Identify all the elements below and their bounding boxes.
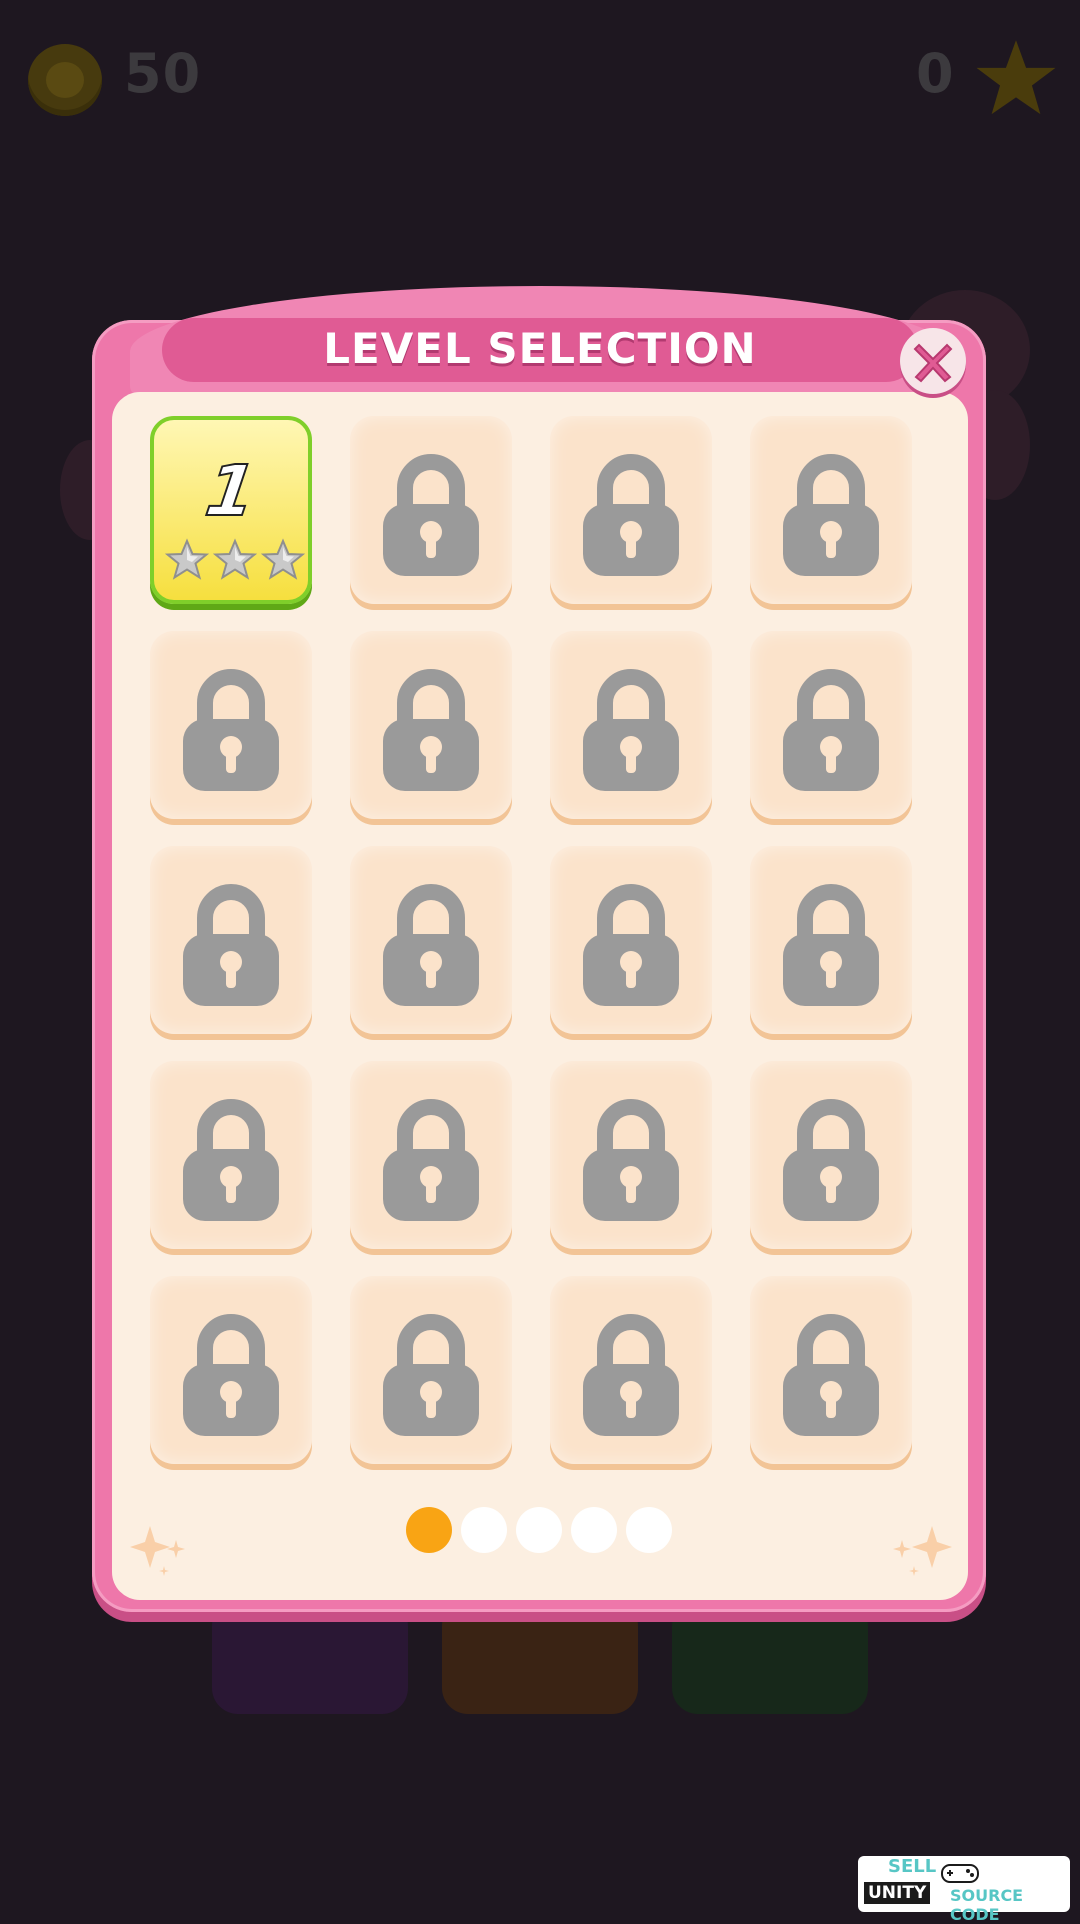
level-tile-locked[interactable] bbox=[350, 1061, 512, 1249]
level-tile-locked[interactable] bbox=[750, 1061, 912, 1249]
padlock-icon bbox=[383, 1099, 479, 1221]
watermark-unity: UNITY bbox=[864, 1882, 931, 1904]
padlock-icon bbox=[183, 884, 279, 1006]
star-empty-icon bbox=[165, 538, 209, 580]
level-tile-locked[interactable] bbox=[750, 416, 912, 604]
padlock-icon bbox=[783, 454, 879, 576]
level-tile-locked[interactable] bbox=[550, 631, 712, 819]
padlock-icon bbox=[783, 1314, 879, 1436]
level-tile-locked[interactable] bbox=[150, 846, 312, 1034]
page-dot[interactable] bbox=[626, 1507, 672, 1553]
page-dot-active[interactable] bbox=[406, 1507, 452, 1553]
padlock-icon bbox=[783, 669, 879, 791]
level-tile-locked[interactable] bbox=[150, 1276, 312, 1464]
level-stars bbox=[160, 538, 310, 584]
star-empty-icon bbox=[213, 538, 257, 580]
page-dot[interactable] bbox=[461, 1507, 507, 1553]
watermark-logo: SELL UNITY SOURCE CODE bbox=[858, 1856, 1070, 1924]
level-tile-locked[interactable] bbox=[750, 631, 912, 819]
padlock-icon bbox=[183, 669, 279, 791]
level-tile-locked[interactable] bbox=[550, 416, 712, 604]
padlock-icon bbox=[783, 884, 879, 1006]
page-indicator bbox=[406, 1507, 672, 1553]
level-tile-locked[interactable] bbox=[750, 1276, 912, 1464]
coin-count: 50 bbox=[124, 42, 202, 105]
level-tile-locked[interactable] bbox=[550, 1061, 712, 1249]
star-empty-icon bbox=[261, 538, 305, 580]
level-tile-locked[interactable] bbox=[750, 846, 912, 1034]
level-grid: 1 bbox=[150, 416, 914, 1468]
padlock-icon bbox=[783, 1099, 879, 1221]
padlock-icon bbox=[583, 1099, 679, 1221]
level-tile-locked[interactable] bbox=[150, 631, 312, 819]
padlock-icon bbox=[583, 884, 679, 1006]
watermark-sell: SELL bbox=[888, 1856, 937, 1877]
padlock-icon bbox=[183, 1099, 279, 1221]
close-x-icon bbox=[913, 343, 953, 383]
level-tile-locked[interactable] bbox=[550, 846, 712, 1034]
level-tile-1[interactable]: 1 bbox=[150, 416, 312, 604]
background-button-book bbox=[212, 1600, 408, 1714]
page-dot[interactable] bbox=[516, 1507, 562, 1553]
level-tile-locked[interactable] bbox=[350, 1276, 512, 1464]
coin-icon bbox=[28, 44, 102, 116]
star-icon bbox=[976, 40, 1056, 115]
level-tile-locked[interactable] bbox=[350, 846, 512, 1034]
padlock-icon bbox=[583, 669, 679, 791]
padlock-icon bbox=[583, 1314, 679, 1436]
padlock-icon bbox=[383, 884, 479, 1006]
padlock-icon bbox=[583, 454, 679, 576]
level-tile-locked[interactable] bbox=[350, 631, 512, 819]
level-tile-locked[interactable] bbox=[150, 1061, 312, 1249]
padlock-icon bbox=[183, 1314, 279, 1436]
sparkle-icon bbox=[130, 1526, 185, 1576]
sparkle-icon bbox=[893, 1526, 952, 1576]
gamepad-icon bbox=[941, 1864, 979, 1883]
background-button-green bbox=[672, 1600, 868, 1714]
level-tile-locked[interactable] bbox=[550, 1276, 712, 1464]
padlock-icon bbox=[383, 454, 479, 576]
padlock-icon bbox=[383, 669, 479, 791]
background-button-orange bbox=[442, 1600, 638, 1714]
level-number: 1 bbox=[200, 449, 262, 533]
watermark-source-code: SOURCE CODE bbox=[950, 1886, 1024, 1924]
dialog-title: LEVEL SELECTION bbox=[323, 324, 757, 373]
close-button[interactable] bbox=[900, 328, 966, 394]
padlock-icon bbox=[383, 1314, 479, 1436]
page-dot[interactable] bbox=[571, 1507, 617, 1553]
level-tile-locked[interactable] bbox=[350, 416, 512, 604]
star-count: 0 bbox=[916, 42, 954, 105]
